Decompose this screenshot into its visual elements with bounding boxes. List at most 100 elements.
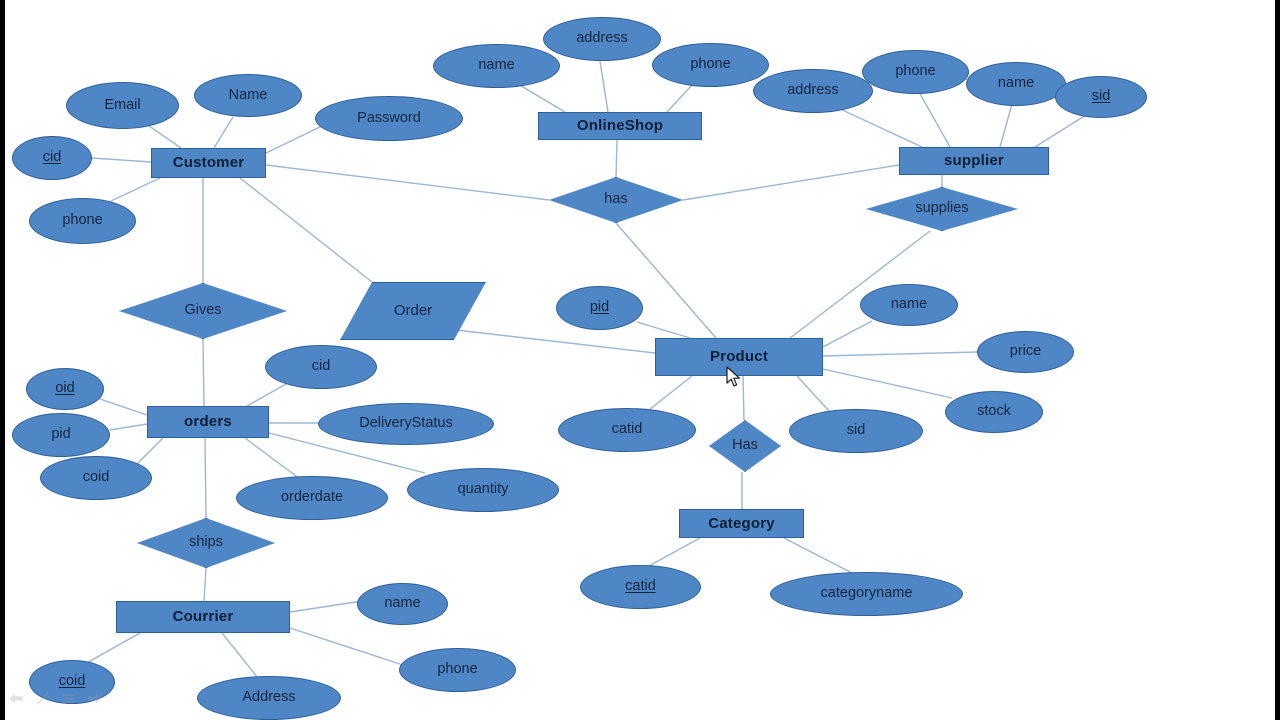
attribute-ord-delivery[interactable]: DeliveryStatus — [318, 403, 494, 445]
attribute-label: sid — [1091, 88, 1111, 105]
attribute-cust-email[interactable]: Email — [66, 82, 179, 129]
attribute-sup-sid[interactable]: sid — [1055, 76, 1147, 118]
attribute-prod-price[interactable]: price — [977, 331, 1074, 373]
attribute-label: price — [1009, 343, 1042, 360]
attribute-cust-cid[interactable]: cid — [12, 136, 92, 180]
attribute-ord-coid[interactable]: coid — [40, 456, 152, 500]
entity-customer[interactable]: Customer — [151, 148, 266, 178]
entity-label: orders — [184, 413, 232, 431]
connector-line — [742, 375, 745, 421]
connector-line — [822, 368, 953, 399]
attribute-label: Address — [242, 689, 296, 706]
connector-line — [822, 320, 873, 348]
attribute-cat-catid[interactable]: catid — [580, 565, 701, 609]
attribute-ord-pid[interactable]: pid — [12, 413, 110, 457]
relationship-has-cat[interactable]: Has — [709, 420, 781, 472]
attribute-label: phone — [895, 63, 936, 80]
entity-orders[interactable]: orders — [147, 406, 269, 438]
relationship-gives[interactable]: Gives — [119, 283, 287, 339]
right-letterbox-bar — [1275, 0, 1280, 720]
diamond-shape — [866, 187, 1018, 231]
attribute-label: phone — [62, 212, 103, 229]
back-arrow-icon[interactable] — [8, 690, 25, 707]
attribute-prod-stock[interactable]: stock — [945, 391, 1043, 433]
attribute-label: coid — [58, 673, 86, 690]
connector-line — [213, 116, 234, 149]
attribute-label: Email — [104, 96, 141, 113]
left-letterbox-bar — [0, 0, 5, 720]
attribute-label: phone — [437, 661, 478, 678]
diamond-shape — [549, 177, 683, 223]
attribute-prod-name[interactable]: name — [860, 284, 958, 326]
entity-label: Category — [708, 514, 775, 532]
attribute-label: categoryname — [820, 585, 913, 602]
attribute-shop-address[interactable]: address — [543, 17, 661, 61]
attribute-label: pid — [51, 426, 71, 443]
attribute-label: orderdate — [280, 489, 344, 506]
connector-line — [96, 397, 148, 416]
connector-line — [783, 537, 853, 574]
connector-line — [110, 177, 161, 202]
attribute-sup-phone[interactable]: phone — [862, 50, 969, 94]
attribute-label: cid — [311, 358, 331, 375]
connector-line — [796, 375, 831, 413]
entity-supplier[interactable]: supplier — [899, 147, 1049, 175]
attribute-sup-address[interactable]: address — [753, 69, 873, 113]
connector-line — [822, 351, 978, 357]
attribute-label: Name — [228, 86, 268, 103]
attribute-label: catid — [625, 578, 656, 595]
attribute-cust-password[interactable]: Password — [315, 96, 463, 141]
attribute-prod-catid[interactable]: catid — [558, 408, 696, 452]
er-diagram-canvas: Customer OnlineShop supplier Product orders C… — [0, 0, 1280, 720]
connector-line — [136, 437, 164, 465]
attribute-prod-pid[interactable]: pid — [556, 286, 643, 330]
forward-arrow-icon[interactable] — [86, 690, 103, 707]
entity-category[interactable]: Category — [679, 509, 804, 538]
attribute-cust-name[interactable]: Name — [194, 74, 302, 117]
entity-label: Product — [709, 348, 769, 366]
connector-line — [1034, 114, 1087, 148]
attribute-ord-quantity[interactable]: quantity — [407, 468, 559, 512]
attribute-cour-name[interactable]: name — [357, 583, 448, 625]
attribute-label: name — [478, 57, 515, 74]
connector-line — [636, 321, 691, 339]
attribute-cust-phone[interactable]: phone — [29, 198, 136, 244]
entity-onlineshop[interactable]: OnlineShop — [538, 112, 702, 140]
attribute-label: quantity — [457, 481, 509, 498]
connector-line — [265, 125, 323, 154]
relationship-supplies[interactable]: supplies — [866, 187, 1018, 231]
list-icon[interactable] — [60, 690, 77, 707]
attribute-label: name — [997, 75, 1035, 92]
attribute-sup-name[interactable]: name — [966, 62, 1066, 106]
attribute-shop-phone[interactable]: phone — [652, 43, 769, 87]
pen-icon[interactable] — [34, 690, 51, 707]
attribute-ord-orderdate[interactable]: orderdate — [236, 476, 388, 520]
parallelogram-order[interactable]: Order — [340, 282, 486, 340]
attribute-cour-phone[interactable]: phone — [399, 648, 516, 692]
connector-line — [244, 437, 301, 480]
entity-courrier[interactable]: Courrier — [116, 601, 290, 633]
attribute-shop-name[interactable]: name — [433, 44, 560, 88]
ghost-overlay-toolbar[interactable] — [8, 690, 103, 707]
entity-product[interactable]: Product — [655, 338, 823, 376]
attribute-ord-cid[interactable]: cid — [265, 345, 377, 389]
connector-line — [646, 537, 701, 568]
attribute-label: oid — [55, 380, 75, 397]
diamond-shape — [137, 518, 275, 568]
connector-line — [615, 139, 618, 178]
attribute-ord-oid[interactable]: oid — [26, 368, 104, 410]
attribute-label: name — [384, 595, 421, 612]
attribute-cat-catname[interactable]: categoryname — [770, 572, 963, 616]
relationship-ships[interactable]: ships — [137, 518, 275, 568]
entity-label: OnlineShop — [576, 117, 664, 135]
connector-line — [203, 567, 207, 602]
connector-line — [289, 600, 363, 613]
attribute-prod-sid[interactable]: sid — [789, 409, 923, 453]
connector-line — [837, 107, 923, 148]
relationship-has-shop[interactable]: has — [549, 177, 683, 223]
attribute-cour-address[interactable]: Address — [197, 676, 341, 720]
connector-line — [649, 375, 693, 410]
connector-line — [517, 83, 566, 113]
connector-line — [221, 632, 259, 679]
connector-line — [202, 338, 205, 407]
